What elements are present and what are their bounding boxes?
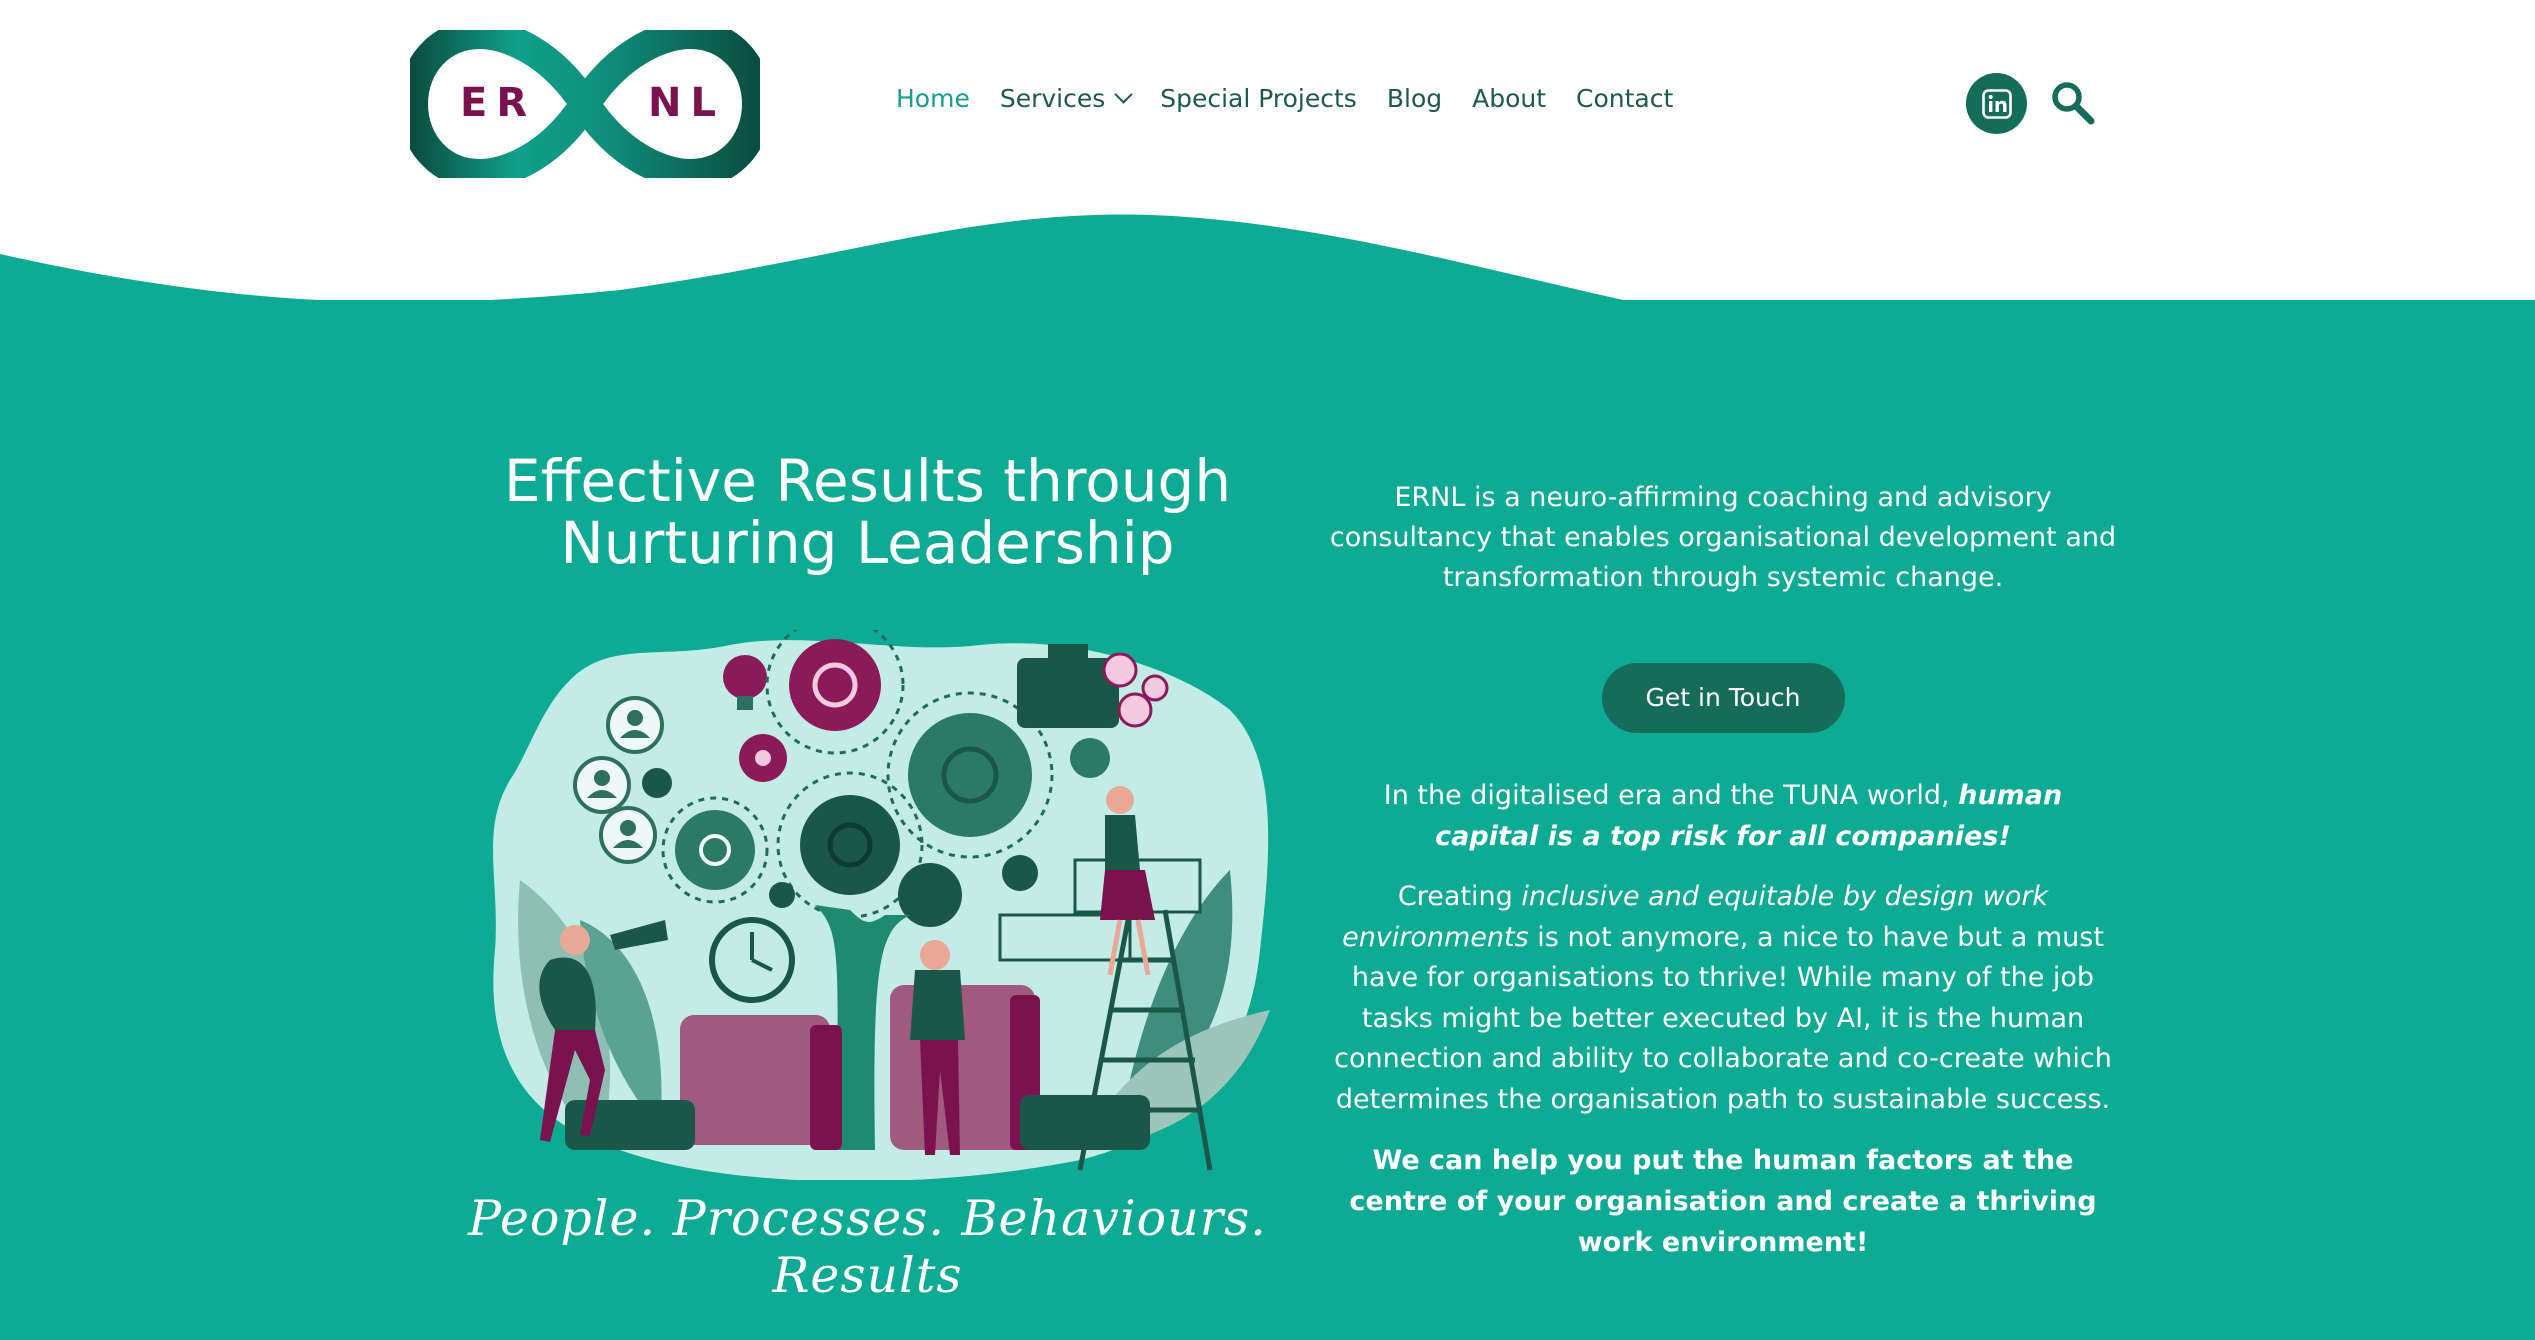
digital-era-paragraph: In the digitalised era and the TUNA worl… [1328,775,2118,857]
hero-headline: Effective Results through Nurturing Lead… [503,447,1232,577]
hero-tagline: People. Processes. Behaviours. Results [468,1190,1267,1304]
nav-about[interactable]: About [1472,84,1546,113]
nav-special-projects[interactable]: Special Projects [1160,84,1357,113]
nav-services[interactable]: Services [999,84,1133,113]
inclusive-design-paragraph: Creating inclusive and equitable by desi… [1328,877,2118,1120]
main-nav: Home Services Special Projects Blog Abou… [896,84,1673,113]
site-header: ER NL Home Services Special Projects Blo… [0,0,2535,210]
closing-statement: We can help you put the human factors at… [1349,1145,2097,1258]
nav-contact[interactable]: Contact [1576,84,1673,113]
nav-blog[interactable]: Blog [1387,84,1442,113]
nav-services-label: Services [999,84,1106,113]
inclusive-lead: Creating [1397,881,1513,912]
chevron-down-icon [1114,85,1133,104]
linkedin-icon[interactable] [1966,73,2027,134]
intro-paragraph: ERNL is a neuro-affirming coaching and a… [1329,482,2117,593]
logo-text-left: ER [460,80,537,126]
logo-text-right: NL [648,80,725,126]
digital-era-lead: In the digitalised era and the TUNA worl… [1383,780,1950,811]
get-in-touch-button[interactable]: Get in Touch [1601,663,1845,733]
ernl-logo[interactable]: ER NL [410,30,760,178]
teamwork-gears-illustration [493,630,1270,1180]
nav-home[interactable]: Home [896,84,970,113]
search-icon[interactable] [2050,80,2096,126]
hero-copy: ERNL is a neuro-affirming coaching and a… [1328,478,2118,1263]
